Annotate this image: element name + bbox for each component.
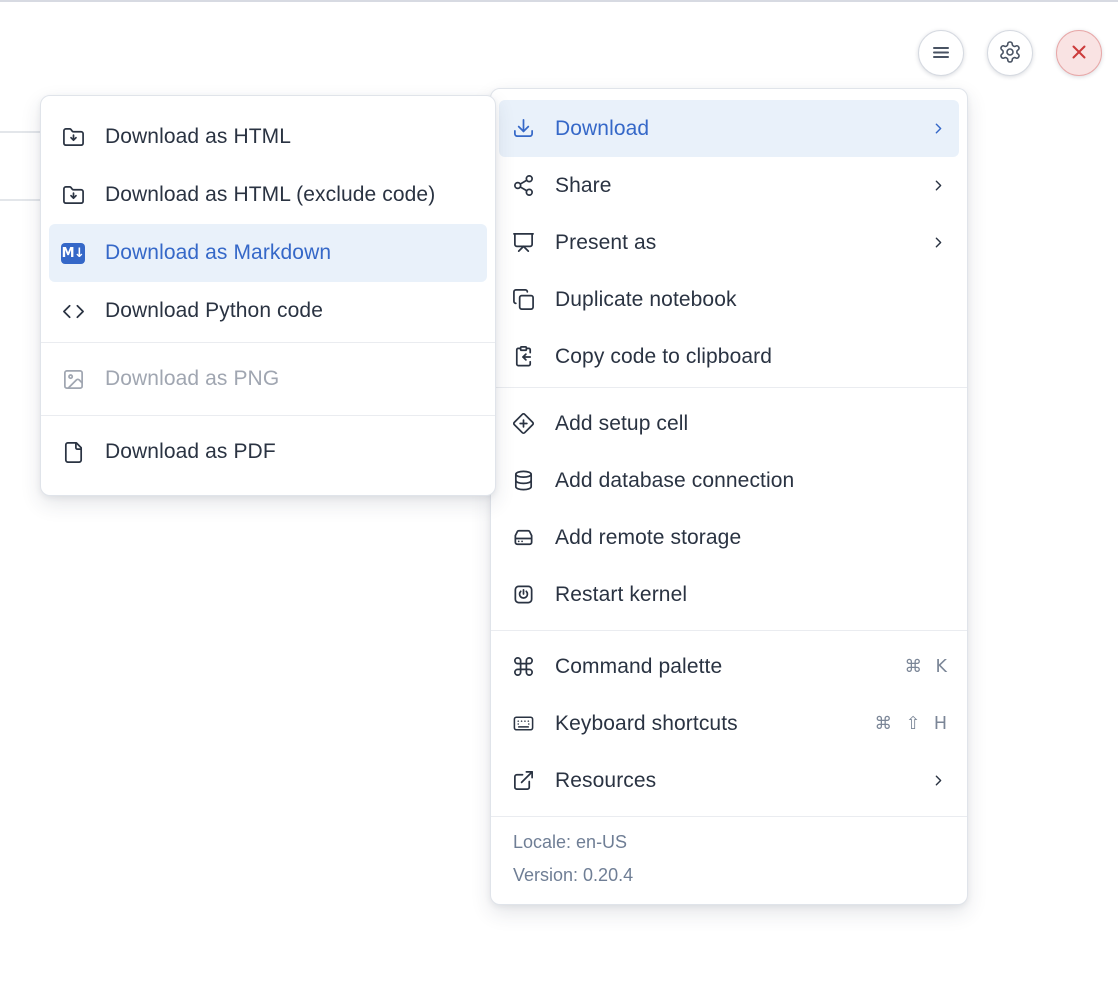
chevron-right-icon [930,177,947,194]
file-icon [61,440,85,464]
page-divider-line [0,131,41,133]
menu-item-add-remote-storage[interactable]: Add remote storage [499,509,959,566]
menu-item-download-as-png: Download as PNG [49,350,487,408]
menu-item-keyboard-shortcuts[interactable]: Keyboard shortcuts ⌘ ⇧ H [499,695,959,752]
database-icon [511,469,535,493]
menu-item-command-palette[interactable]: Command palette ⌘ K [499,638,959,695]
version-text: Version: 0.20.4 [513,859,945,892]
chevron-right-icon [930,234,947,251]
menu-item-label: Add setup cell [555,412,688,436]
command-icon [511,655,535,679]
notebook-toolbar [918,30,1102,76]
menu-group: Command palette ⌘ K Keyboard shortcuts ⌘ ⇧ … [491,630,967,816]
menu-item-label: Present as [555,231,656,255]
menu-group: Add setup cell Add database connection Add… [491,387,967,630]
image-icon [61,367,85,391]
copy-icon [511,288,535,312]
close-icon [1067,40,1091,67]
share-icon [511,174,535,198]
menu-item-download[interactable]: Download [499,100,959,157]
menu-item-label: Restart kernel [555,583,687,607]
menu-item-download-as-pdf[interactable]: Download as PDF [49,423,487,481]
menu-item-download-as-markdown[interactable]: M↓ Download as Markdown [49,224,487,282]
submenu-indicator [930,772,947,789]
menu-item-share[interactable]: Share [499,157,959,214]
clipboard-copy-icon [511,345,535,369]
locale-text: Locale: en-US [513,826,945,859]
menu-item-label: Download as PDF [105,440,276,464]
menu-item-duplicate-notebook[interactable]: Duplicate notebook [499,271,959,328]
chevron-right-icon [930,772,947,789]
menu-item-label: Resources [555,769,656,793]
markdown-icon: M↓ [61,241,85,265]
diamond-plus-icon [511,412,535,436]
menu-item-label: Duplicate notebook [555,288,737,312]
gear-icon [998,40,1022,67]
menu-icon [929,40,953,67]
hard-drive-icon [511,526,535,550]
menu-item-label: Download as HTML [105,125,291,149]
page-top-border [0,0,1118,2]
submenu-indicator [930,120,947,137]
external-link-icon [511,769,535,793]
keyboard-icon [511,712,535,736]
menu-item-label: Add database connection [555,469,794,493]
menu-item-label: Command palette [555,655,722,679]
menu-item-label: Download as HTML (exclude code) [105,183,435,207]
menu-group: Download Share Present as Duplicate noteboo… [491,98,967,387]
shortcut-keys: ⌘ ⇧ H [875,714,947,734]
notebook-actions-menu: Download Share Present as Duplicate noteboo… [490,88,968,905]
menu-item-download-as-html-exclude-code[interactable]: Download as HTML (exclude code) [49,166,487,224]
menu-item-restart-kernel[interactable]: Restart kernel [499,566,959,623]
menu-item-label: Download as Markdown [105,241,331,265]
menu-group: Download as HTML Download as HTML (exclud… [41,106,495,342]
settings-button[interactable] [987,30,1033,76]
page-divider-line [0,199,41,201]
menu-item-resources[interactable]: Resources [499,752,959,809]
folder-down-icon [61,125,85,149]
code-icon [61,299,85,323]
shortcut-hint: ⌘ K [904,657,947,677]
menu-item-download-python-code[interactable]: Download Python code [49,282,487,340]
menu-item-label: Add remote storage [555,526,741,550]
close-button[interactable] [1056,30,1102,76]
menu-item-label: Share [555,174,612,198]
menu-item-label: Download [555,117,649,141]
menu-item-download-as-html[interactable]: Download as HTML [49,108,487,166]
menu-item-copy-code-to-clipboard[interactable]: Copy code to clipboard [499,328,959,385]
download-submenu: Download as HTML Download as HTML (exclud… [40,95,496,496]
chevron-right-icon [930,120,947,137]
power-square-icon [511,583,535,607]
menu-item-label: Keyboard shortcuts [555,712,738,736]
folder-down-icon [61,183,85,207]
menu-item-present-as[interactable]: Present as [499,214,959,271]
menu-item-label: Download Python code [105,299,323,323]
menu-item-add-setup-cell[interactable]: Add setup cell [499,395,959,452]
shortcut-keys: ⌘ K [904,657,947,677]
shortcut-hint: ⌘ ⇧ H [875,714,947,734]
menu-group: Download as PDF [41,415,495,488]
submenu-indicator [930,177,947,194]
download-icon [511,117,535,141]
notebook-menu-button[interactable] [918,30,964,76]
menu-group: Download as PNG [41,342,495,415]
submenu-indicator [930,234,947,251]
menu-item-label: Download as PNG [105,367,279,391]
menu-item-label: Copy code to clipboard [555,345,772,369]
markdown-icon: M↓ [61,243,85,264]
menu-footer: Locale: en-US Version: 0.20.4 [491,816,967,904]
presentation-icon [511,231,535,255]
menu-item-add-database-connection[interactable]: Add database connection [499,452,959,509]
